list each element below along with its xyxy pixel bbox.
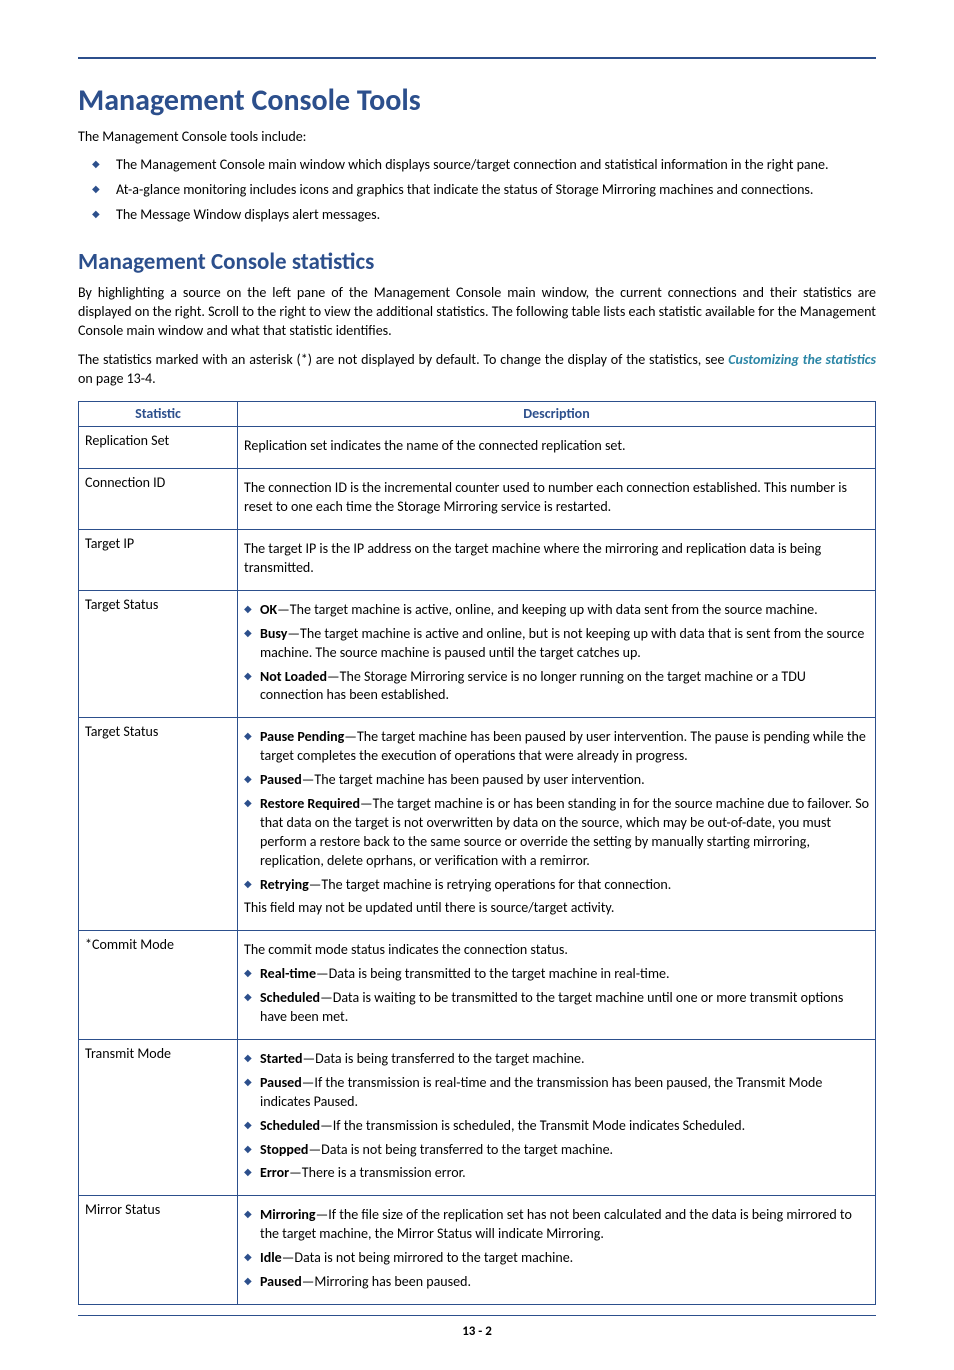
desc-item: Started—Data is being transferred to the… [244,1050,869,1069]
desc-item: Real-time—Data is being transmitted to t… [244,965,869,984]
desc-text: —Data is not being mirrored to the targe… [282,1249,573,1266]
desc-text: —The Storage Mirroring service is no lon… [260,668,806,704]
desc-term: Idle [260,1249,282,1266]
desc-text: —The target machine has been paused by u… [260,728,866,764]
statistics-table: Statistic Description Replication SetRep… [78,401,876,1305]
stats-intro-2-post: on page 13-4. [78,370,156,387]
stat-desc-cell: Pause Pending—The target machine has bee… [238,718,876,931]
desc-text: —The target machine is active and online… [260,625,864,661]
desc-plain: Replication set indicates the name of th… [244,437,869,456]
desc-term: Real-time [260,965,316,982]
table-row: Connection IDThe connection ID is the in… [79,469,876,530]
desc-term: Paused [260,1074,302,1091]
th-description: Description [238,401,876,427]
th-statistic: Statistic [79,401,238,427]
table-row: Mirror StatusMirroring—If the file size … [79,1196,876,1305]
table-row: Target StatusOK—The target machine is ac… [79,590,876,717]
top-rule [78,57,876,59]
stats-intro-2: The statistics marked with an asterisk (… [78,351,876,389]
desc-term: Paused [260,771,302,788]
desc-plain: This field may not be updated until ther… [244,899,869,918]
intro-bullet: The Message Window displays alert messag… [102,206,876,225]
desc-term: Not Loaded [260,668,327,685]
stat-desc-cell: OK—The target machine is active, online,… [238,590,876,717]
desc-text: —Data is being transferred to the target… [302,1050,584,1067]
desc-item: Busy—The target machine is active and on… [244,625,869,663]
page-number: 13 - 2 [78,1323,876,1341]
desc-term: Restore Required [260,795,360,812]
stat-name-cell: Connection ID [79,469,238,530]
desc-term: Retrying [260,876,309,893]
desc-item: Paused—The target machine has been pause… [244,771,869,790]
desc-term: Busy [260,625,287,642]
desc-term: Scheduled [260,1117,320,1134]
desc-text: —Data is not being transferred to the ta… [308,1141,613,1158]
desc-item: Scheduled—Data is waiting to be transmit… [244,989,869,1027]
page-title: Management Console Tools [78,81,876,122]
stat-name-cell: *Commit Mode [79,931,238,1040]
desc-item: Mirroring—If the file size of the replic… [244,1206,869,1244]
desc-item: Paused—If the transmission is real-time … [244,1074,869,1112]
desc-item: Idle—Data is not being mirrored to the t… [244,1249,869,1268]
stat-desc-cell: The target IP is the IP address on the t… [238,530,876,591]
stats-intro-1: By highlighting a source on the left pan… [78,284,876,341]
section-title: Management Console statistics [78,247,876,278]
desc-plain: The connection ID is the incremental cou… [244,479,869,517]
desc-text: —Data is being transmitted to the target… [316,965,670,982]
desc-item: Scheduled—If the transmission is schedul… [244,1117,869,1136]
intro-bullets: The Management Console main window which… [78,156,876,225]
stats-intro-2-pre: The statistics marked with an asterisk (… [78,351,728,368]
intro-para: The Management Console tools include: [78,128,876,147]
desc-item: Not Loaded—The Storage Mirroring service… [244,668,869,706]
desc-item: Restore Required—The target machine is o… [244,795,869,871]
desc-text: —The target machine has been paused by u… [302,771,645,788]
stat-name-cell: Target Status [79,590,238,717]
desc-term: Mirroring [260,1206,316,1223]
desc-term: Started [260,1050,302,1067]
bottom-rule [78,1315,876,1316]
desc-plain: The target IP is the IP address on the t… [244,540,869,578]
stat-name-cell: Replication Set [79,427,238,469]
stat-desc-cell: Started—Data is being transferred to the… [238,1039,876,1195]
desc-text: —Data is waiting to be transmitted to th… [260,989,843,1025]
desc-text: —Mirroring has been paused. [302,1273,471,1290]
stat-name-cell: Mirror Status [79,1196,238,1305]
stat-desc-cell: Replication set indicates the name of th… [238,427,876,469]
intro-bullet: The Management Console main window which… [102,156,876,175]
desc-text: —The target machine is active, online, a… [277,601,817,618]
desc-text: —The target machine is retrying operatio… [309,876,672,893]
desc-item: Stopped—Data is not being transferred to… [244,1141,869,1160]
stat-name-cell: Target Status [79,718,238,931]
desc-term: Pause Pending [260,728,344,745]
table-row: Transmit Mode Started—Data is being trans… [79,1039,876,1195]
desc-item: OK—The target machine is active, online,… [244,601,869,620]
desc-text: —There is a transmission error. [289,1164,466,1181]
desc-text: —If the file size of the replication set… [260,1206,852,1242]
desc-text: —If the transmission is scheduled, the T… [320,1117,745,1134]
stat-desc-cell: The connection ID is the incremental cou… [238,469,876,530]
stat-name-cell: Transmit Mode [79,1039,238,1195]
customizing-link[interactable]: Customizing the statistics [728,351,876,368]
desc-plain: The commit mode status indicates the con… [244,941,869,960]
desc-term: Stopped [260,1141,308,1158]
stat-name-cell: Target IP [79,530,238,591]
desc-item: Paused—Mirroring has been paused. [244,1273,869,1292]
desc-term: Error [260,1164,289,1181]
stat-desc-cell: The commit mode status indicates the con… [238,931,876,1040]
desc-term: Scheduled [260,989,320,1006]
intro-bullet: At-a-glance monitoring includes icons an… [102,181,876,200]
table-row: Replication Set Replication set indicates… [79,427,876,469]
desc-term: Paused [260,1273,302,1290]
desc-item: Error—There is a transmission error. [244,1164,869,1183]
desc-item: Pause Pending—The target machine has bee… [244,728,869,766]
desc-item: Retrying—The target machine is retrying … [244,876,869,895]
desc-term: OK [260,601,277,618]
stat-desc-cell: Mirroring—If the file size of the replic… [238,1196,876,1305]
table-row: *Commit Mode The commit mode status indic… [79,931,876,1040]
table-row: Target IPThe target IP is the IP address… [79,530,876,591]
table-row: Target StatusPause Pending—The target ma… [79,718,876,931]
desc-text: —If the transmission is real-time and th… [260,1074,822,1110]
